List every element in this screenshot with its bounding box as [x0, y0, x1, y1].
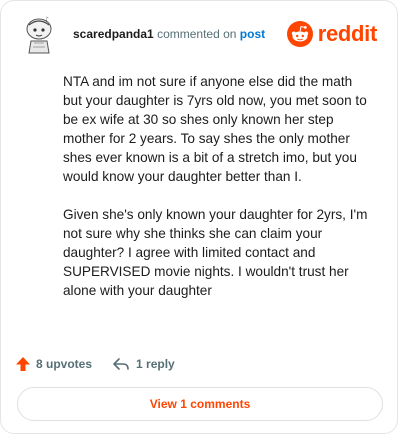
comment-actions: 8 upvotes 1 reply — [15, 353, 175, 375]
avatar[interactable]: ♪ — [21, 15, 57, 55]
view-comments-button[interactable]: View 1 comments — [17, 387, 383, 421]
reply-button[interactable]: 1 reply — [112, 356, 175, 372]
reddit-wordmark: reddit — [317, 21, 378, 46]
byline: scaredpanda1 commented on post — [73, 27, 265, 41]
upvote-count: 8 upvotes — [36, 357, 93, 371]
upvote-arrow-icon — [16, 357, 30, 371]
comment-header: ♪ scaredpanda1 commented on post reddit — [17, 15, 381, 55]
username-link[interactable]: scaredpanda1 — [73, 27, 154, 41]
svg-text:♪: ♪ — [45, 16, 49, 23]
upvote-button[interactable]: 8 upvotes — [15, 356, 92, 372]
comment-card: ♪ scaredpanda1 commented on post reddit — [0, 0, 398, 434]
reply-arrow-icon — [113, 358, 129, 370]
post-link[interactable]: post — [240, 27, 265, 41]
comment-body: NTA and im not sure if anyone else did t… — [63, 72, 373, 319]
reddit-logo-icon — [286, 21, 313, 47]
comment-paragraph: Given she's only known your daughter for… — [63, 207, 368, 298]
action-text: commented on — [157, 27, 237, 41]
comment-paragraph: NTA and im not sure if anyone else did t… — [63, 74, 367, 184]
reddit-brand[interactable]: reddit — [286, 20, 378, 48]
reply-count: 1 reply — [136, 357, 175, 371]
